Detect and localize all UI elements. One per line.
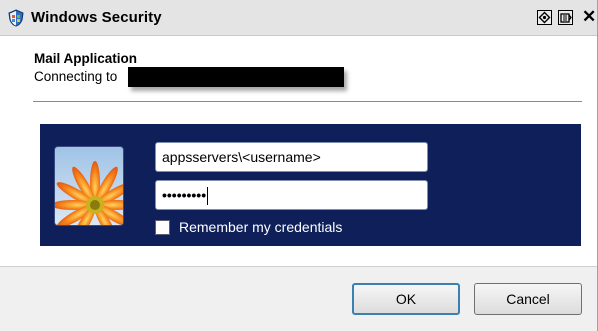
application-name: Mail Application: [34, 51, 138, 66]
title-bar[interactable]: Windows Security ✕: [0, 0, 597, 36]
user-tile-picture: [54, 146, 124, 226]
ok-button[interactable]: OK: [352, 283, 460, 315]
redacted-server-name: [128, 67, 344, 87]
password-field[interactable]: •••••••••: [155, 180, 428, 210]
credential-panel: appsservers\<username> ••••••••• Remembe…: [40, 124, 581, 246]
restore-icon[interactable]: [558, 10, 573, 25]
divider: [33, 101, 582, 102]
cancel-button[interactable]: Cancel: [474, 283, 582, 315]
password-mask: •••••••••: [162, 187, 207, 203]
help-icon[interactable]: [537, 10, 552, 25]
window-title: Windows Security: [31, 9, 162, 26]
text-caret: [207, 187, 209, 206]
close-icon[interactable]: ✕: [582, 7, 596, 27]
dialog-footer: OK Cancel: [0, 266, 597, 331]
remember-credentials-checkbox[interactable]: [155, 220, 170, 235]
remember-credentials-label[interactable]: Remember my credentials: [179, 219, 342, 235]
username-field[interactable]: appsservers\<username>: [155, 142, 428, 172]
connecting-label: Connecting to: [34, 69, 118, 84]
windows-security-dialog: Windows Security ✕ Mail Application Conn…: [0, 0, 598, 331]
windows-security-shield-icon: [8, 9, 24, 27]
